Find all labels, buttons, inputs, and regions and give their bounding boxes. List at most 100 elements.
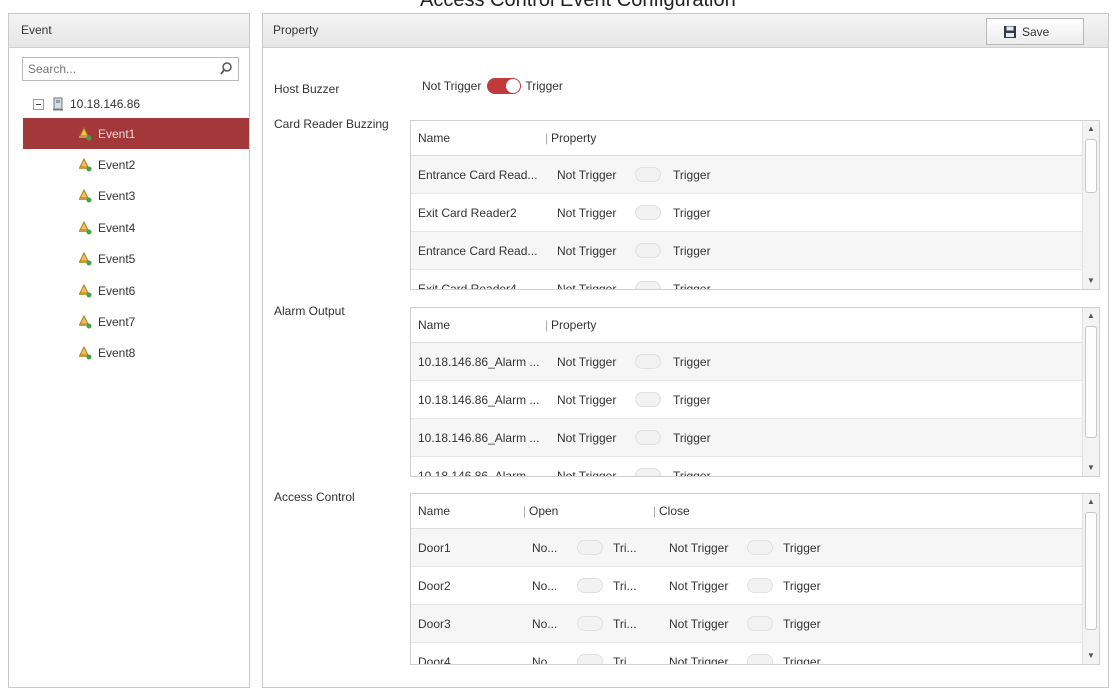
row-name: Entrance Card Read... <box>418 168 538 182</box>
not-trigger-label: Not Trigger <box>557 355 617 369</box>
access-control-table: Name | Open | Close Door1 No... Tri... N… <box>410 493 1100 665</box>
close-not-trigger-label: Not Trigger <box>669 655 729 665</box>
row-name: Door1 <box>418 541 451 555</box>
not-trigger-label: Not Trigger <box>557 206 617 220</box>
open-trigger-label: Tri... <box>613 541 637 555</box>
table-row: Entrance Card Read... Not Trigger Trigge… <box>411 156 1099 194</box>
scroll-thumb[interactable] <box>1085 139 1097 193</box>
trigger-toggle[interactable] <box>635 430 661 445</box>
table-row: 10.18.146.86_Alarm ... Not Trigger Trigg… <box>411 343 1099 381</box>
open-trigger-toggle[interactable] <box>577 578 603 593</box>
column-header-name: Name <box>418 131 451 145</box>
table-header: Name | Property <box>411 121 1099 156</box>
property-panel: Property Save Host Buzzer Not Trigger Tr… <box>262 13 1109 688</box>
table-row: Entrance Card Read... Not Trigger Trigge… <box>411 232 1099 270</box>
not-trigger-label: Not Trigger <box>557 168 617 182</box>
close-trigger-label: Trigger <box>783 655 821 665</box>
collapse-icon[interactable] <box>33 98 44 110</box>
trigger-toggle[interactable] <box>635 468 661 476</box>
event-item-6[interactable]: Event6 <box>23 275 249 306</box>
close-trigger-toggle[interactable] <box>747 616 773 631</box>
not-trigger-label: Not Trigger <box>557 244 617 258</box>
device-node[interactable]: 10.18.146.86 <box>33 93 140 115</box>
event-label: Event6 <box>98 283 136 298</box>
property-panel-title: Property <box>273 23 319 37</box>
table-row: Exit Card Reader4 Not Trigger Trigger <box>411 270 1099 290</box>
trigger-label: Trigger <box>673 431 711 445</box>
card-reader-buzzing-label: Card Reader Buzzing <box>274 117 389 131</box>
table-header: Name | Property <box>411 308 1099 343</box>
trigger-toggle[interactable] <box>635 281 661 289</box>
trigger-label: Trigger <box>673 393 711 407</box>
vertical-scrollbar[interactable]: ▲ ▼ <box>1082 121 1099 289</box>
table-row: Door3 No... Tri... Not Trigger Trigger <box>411 605 1099 643</box>
column-header-property: Property <box>551 318 597 332</box>
trigger-toggle[interactable] <box>635 354 661 369</box>
table-row: 10.18.146.86_Alarm ... Not Trigger Trigg… <box>411 457 1099 477</box>
event-label: Event2 <box>98 158 136 173</box>
floppy-disk-icon <box>1004 25 1016 38</box>
trigger-toggle[interactable] <box>635 167 661 182</box>
close-trigger-label: Trigger <box>783 617 821 631</box>
row-name: 10.18.146.86_Alarm ... <box>418 469 540 477</box>
row-name: Entrance Card Read... <box>418 244 538 258</box>
save-label: Save <box>1022 24 1050 39</box>
device-icon <box>53 97 63 111</box>
save-button[interactable]: Save <box>986 18 1084 45</box>
close-trigger-toggle[interactable] <box>747 578 773 593</box>
row-name: Door3 <box>418 617 451 631</box>
alarm-output-label: Alarm Output <box>274 304 345 318</box>
not-trigger-label: Not Trigger <box>557 393 617 407</box>
event-item-4[interactable]: Event4 <box>23 212 249 243</box>
scroll-thumb[interactable] <box>1085 512 1097 630</box>
open-trigger-toggle[interactable] <box>577 654 603 664</box>
event-label: Event4 <box>98 220 136 235</box>
search-input[interactable] <box>23 58 213 80</box>
event-item-7[interactable]: Event7 <box>23 306 249 337</box>
vertical-scrollbar[interactable]: ▲ ▼ <box>1082 308 1099 476</box>
scroll-up-arrow-icon[interactable]: ▲ <box>1083 121 1099 137</box>
scroll-down-arrow-icon[interactable]: ▼ <box>1083 273 1099 289</box>
not-trigger-label: Not Trigger <box>557 431 617 445</box>
scroll-down-arrow-icon[interactable]: ▼ <box>1083 648 1099 664</box>
event-item-5[interactable]: Event5 <box>23 244 249 275</box>
alarm-bell-icon <box>79 189 92 203</box>
not-trigger-label: Not Trigger <box>557 282 617 290</box>
trigger-label: Trigger <box>673 168 711 182</box>
open-trigger-toggle[interactable] <box>577 616 603 631</box>
alarm-bell-icon <box>79 158 92 172</box>
event-list: Event1 Event2 Event3 Event4 Event5 Event… <box>23 118 249 369</box>
search-icon[interactable] <box>218 61 234 77</box>
close-trigger-toggle[interactable] <box>747 654 773 664</box>
event-item-3[interactable]: Event3 <box>23 181 249 212</box>
scroll-up-arrow-icon[interactable]: ▲ <box>1083 494 1099 510</box>
host-buzzer-label: Host Buzzer <box>274 82 340 96</box>
open-trigger-label: Tri... <box>613 617 637 631</box>
table-row: 10.18.146.86_Alarm ... Not Trigger Trigg… <box>411 419 1099 457</box>
close-trigger-label: Trigger <box>783 579 821 593</box>
table-row: Door2 No... Tri... Not Trigger Trigger <box>411 567 1099 605</box>
scroll-thumb[interactable] <box>1085 326 1097 438</box>
event-item-2[interactable]: Event2 <box>23 149 249 180</box>
column-separator: | <box>545 318 549 332</box>
scroll-up-arrow-icon[interactable]: ▲ <box>1083 308 1099 324</box>
close-trigger-toggle[interactable] <box>747 540 773 555</box>
table-row: 10.18.146.86_Alarm ... Not Trigger Trigg… <box>411 381 1099 419</box>
column-separator: | <box>545 131 549 145</box>
event-label: Event1 <box>98 126 136 141</box>
open-trigger-toggle[interactable] <box>577 540 603 555</box>
not-trigger-label: Not Trigger <box>557 469 617 477</box>
vertical-scrollbar[interactable]: ▲ ▼ <box>1082 494 1099 664</box>
host-buzzer-off-label: Not Trigger <box>422 79 482 93</box>
event-label: Event5 <box>98 252 136 267</box>
row-name: 10.18.146.86_Alarm ... <box>418 393 540 407</box>
open-not-trigger-label: No... <box>532 617 558 631</box>
trigger-toggle[interactable] <box>635 392 661 407</box>
scroll-down-arrow-icon[interactable]: ▼ <box>1083 460 1099 476</box>
event-item-8[interactable]: Event8 <box>23 338 249 369</box>
trigger-label: Trigger <box>673 206 711 220</box>
event-item-1[interactable]: Event1 <box>23 118 249 150</box>
trigger-toggle[interactable] <box>635 205 661 220</box>
host-buzzer-toggle[interactable] <box>487 78 522 94</box>
trigger-toggle[interactable] <box>635 243 661 258</box>
